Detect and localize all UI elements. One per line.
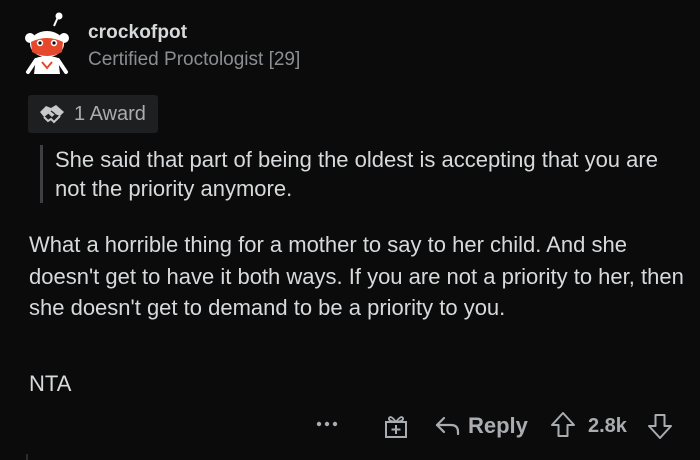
handshake-award-icon <box>40 105 64 124</box>
vote-score: 2.8k <box>588 415 627 437</box>
reply-button[interactable]: Reply <box>434 410 528 442</box>
author-username[interactable]: crockofpot <box>88 22 187 44</box>
avatar[interactable] <box>18 12 76 76</box>
comment-body: What a horrible thing for a mother to sa… <box>29 232 684 320</box>
gift-award-icon <box>385 416 407 438</box>
comment-verdict: NTA <box>29 371 72 396</box>
downvote-button[interactable] <box>645 411 675 441</box>
upvote-button[interactable] <box>548 410 578 440</box>
downvote-arrow-icon <box>648 414 672 439</box>
reply-arrow-icon <box>435 416 460 436</box>
quoted-text: She said that part of being the oldest i… <box>40 145 675 203</box>
comment-action-bar: Reply 2.8k <box>0 405 700 445</box>
comment-card: crockofpot Certified Proctologist [29] 1… <box>0 0 700 460</box>
snoo-avatar-icon <box>25 12 69 74</box>
user-flair: Certified Proctologist [29] <box>88 49 301 70</box>
award-chip[interactable]: 1 Award <box>28 95 158 133</box>
give-award-button[interactable] <box>381 411 411 441</box>
upvote-arrow-icon <box>551 412 575 437</box>
reply-label: Reply <box>468 413 528 438</box>
more-options-button[interactable] <box>312 409 342 439</box>
more-dots-icon <box>316 421 338 427</box>
thread-line <box>26 454 28 460</box>
award-count-label: 1 Award <box>74 102 146 125</box>
